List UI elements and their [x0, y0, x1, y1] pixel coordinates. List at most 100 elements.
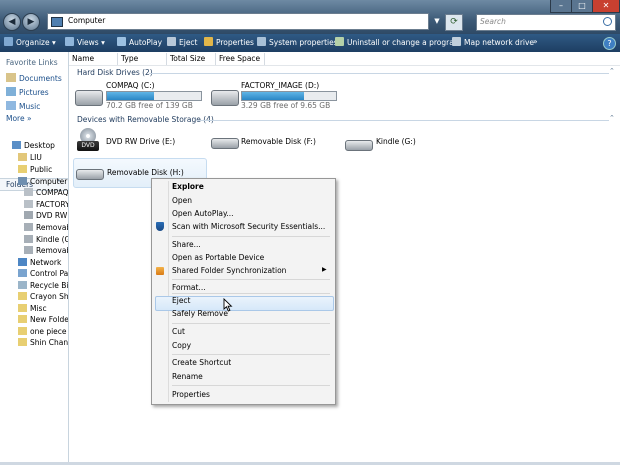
drive-c-label[interactable]: COMPAQ (C:) [106, 81, 155, 90]
address-dropdown-icon[interactable]: ▼ [431, 14, 443, 29]
desktop-icon [12, 141, 21, 149]
hard-drive-icon [211, 90, 239, 106]
organize-button[interactable]: Organize ▾ [4, 37, 56, 47]
computer-icon [51, 17, 63, 27]
drive-d-label[interactable]: FACTORY_IMAGE (D:) [241, 81, 319, 90]
tree-item-kindle[interactable]: Kindle (G [24, 235, 68, 244]
context-menu: Explore Open Open AutoPlay... Scan with … [151, 178, 336, 405]
mouse-pointer-icon [223, 298, 233, 312]
toolbar-more-button[interactable]: » [533, 37, 538, 46]
group-collapse-icon[interactable]: ⌃ [609, 67, 615, 75]
menu-item-rename[interactable]: Rename [172, 372, 203, 381]
views-icon [65, 37, 74, 46]
tree-item-factory[interactable]: FACTORY [24, 200, 68, 209]
views-button[interactable]: Views ▾ [65, 37, 105, 47]
menu-item-shared-folder-sync[interactable]: Shared Folder Synchronization [172, 266, 286, 275]
menu-item-scan[interactable]: Scan with Microsoft Security Essentials.… [172, 222, 325, 231]
drive-h-label: Removable Disk (H:) [107, 168, 184, 177]
back-button[interactable]: ◀ [3, 13, 21, 31]
folder-icon [18, 327, 27, 335]
usage-fill [242, 92, 305, 100]
back-arrow-icon: ◀ [8, 17, 16, 27]
menu-item-explore[interactable]: Explore [172, 182, 204, 191]
submenu-arrow-icon: ▶ [322, 266, 327, 273]
favorite-links-more[interactable]: More » [6, 114, 32, 123]
menu-separator [172, 293, 330, 294]
menu-separator [172, 385, 330, 386]
properties-button[interactable]: Properties [204, 37, 254, 47]
uninstall-program-button[interactable]: Uninstall or change a program [335, 37, 461, 47]
search-icon [603, 17, 612, 26]
tree-item-removable-f[interactable]: Removab [24, 223, 68, 232]
eject-icon [167, 37, 176, 46]
menu-item-open-autoplay[interactable]: Open AutoPlay... [172, 209, 234, 218]
uninstall-icon [335, 37, 344, 46]
tree-item-compaq[interactable]: COMPAQ [24, 188, 68, 197]
menu-item-safely-remove[interactable]: Safely Remove [172, 309, 228, 318]
control-panel-icon [18, 269, 27, 277]
system-properties-button[interactable]: System properties [257, 37, 338, 47]
menu-item-copy[interactable]: Copy [172, 341, 191, 350]
drive-f-label[interactable]: Removable Disk (F:) [241, 137, 316, 146]
tree-item-one-piece[interactable]: one piece [18, 327, 68, 336]
tree-item-crayon[interactable]: Crayon Shi [18, 292, 68, 301]
tree-item-dvd[interactable]: DVD RW I [24, 211, 68, 220]
group-collapse-icon[interactable]: ⌃ [609, 114, 615, 122]
menu-separator [172, 236, 330, 237]
double-chevron-icon: » [26, 114, 32, 123]
address-bar[interactable]: Computer [47, 13, 429, 30]
favorite-link-pictures[interactable]: Pictures [6, 87, 49, 97]
pictures-icon [6, 87, 16, 96]
checkmark-icon [204, 37, 213, 46]
close-button[interactable]: ✕ [592, 0, 620, 13]
breadcrumb[interactable]: Computer [68, 16, 105, 25]
menu-item-share[interactable]: Share... [172, 240, 201, 249]
column-header-name[interactable]: Name [69, 53, 118, 65]
tree-item-user[interactable]: LIU [18, 153, 68, 162]
maximize-button[interactable]: □ [571, 0, 593, 13]
tree-item-desktop[interactable]: Desktop [12, 141, 55, 150]
tree-item-shin-chan[interactable]: Shin Chan [18, 338, 68, 347]
tree-item-removable-h[interactable]: Removab [24, 246, 68, 255]
menu-item-properties[interactable]: Properties [172, 390, 210, 399]
tree-item-network[interactable]: Network [18, 258, 68, 267]
network-icon [18, 258, 27, 266]
column-header-total-size[interactable]: Total Size [167, 53, 216, 65]
menu-item-format[interactable]: Format... [172, 283, 206, 292]
group-header-hdd[interactable]: Hard Disk Drives (2) [77, 68, 153, 77]
eject-button[interactable]: Eject [167, 37, 198, 47]
menu-item-create-shortcut[interactable]: Create Shortcut [172, 358, 231, 367]
column-header-free-space[interactable]: Free Space [216, 53, 265, 65]
menu-item-open-portable-device[interactable]: Open as Portable Device [172, 253, 264, 262]
menu-separator [172, 354, 330, 355]
title-address-bar: ◀ ▶ Computer ▼ ⟳ Search – □ ✕ [0, 0, 620, 34]
drive-c-free: 70.2 GB free of 139 GB [106, 101, 193, 110]
minimize-button[interactable]: – [550, 0, 572, 13]
column-header-type[interactable]: Type [118, 53, 167, 65]
removable-disk-icon [345, 140, 373, 151]
drive-e-label[interactable]: DVD RW Drive (E:) [106, 137, 175, 146]
menu-separator [172, 279, 330, 280]
autoplay-button[interactable]: AutoPlay [117, 37, 162, 47]
tree-item-misc[interactable]: Misc [18, 304, 68, 313]
tree-item-public[interactable]: Public [18, 165, 68, 174]
navigation-pane: Favorite Links Documents Pictures Music … [0, 52, 69, 465]
map-network-drive-button[interactable]: Map network drive [452, 37, 534, 47]
search-input[interactable]: Search [476, 14, 616, 31]
favorite-link-documents[interactable]: Documents [6, 73, 62, 83]
favorite-link-music[interactable]: Music [6, 101, 40, 111]
menu-icon-gutter [168, 181, 169, 402]
hard-drive-icon [24, 188, 33, 196]
menu-item-cut[interactable]: Cut [172, 327, 185, 336]
tree-item-recycle-bin[interactable]: Recycle Bin [18, 281, 68, 290]
menu-item-open[interactable]: Open [172, 196, 192, 205]
help-icon[interactable]: ? [603, 37, 616, 50]
tree-item-new-folder[interactable]: New Folder [18, 315, 68, 324]
tree-item-control-panel[interactable]: Control Pa [18, 269, 68, 278]
menu-item-eject[interactable]: Eject [172, 296, 191, 305]
drive-g-label[interactable]: Kindle (G:) [376, 137, 416, 146]
group-header-removable[interactable]: Devices with Removable Storage (4) [77, 115, 214, 124]
forward-button[interactable]: ▶ [22, 13, 40, 31]
refresh-button[interactable]: ⟳ [445, 14, 463, 31]
tree-item-computer[interactable]: Computer [18, 177, 68, 186]
